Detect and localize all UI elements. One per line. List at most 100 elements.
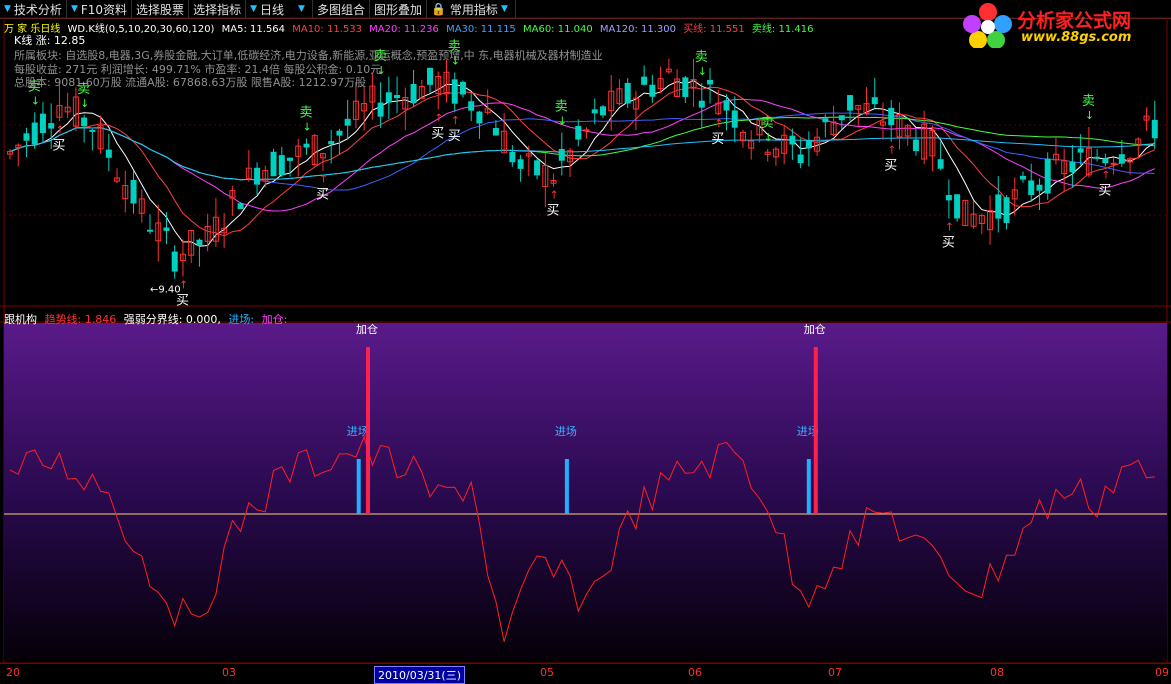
candle-body [237,203,244,210]
candle-body [385,92,392,103]
sell-arrow-icon: ↓ [302,120,311,133]
buy-label: 买 [448,129,461,144]
candle-body [278,155,285,176]
candle-body [1151,119,1158,139]
candle-body [39,113,46,134]
flower-icon [963,3,1012,48]
add-signal-bar [813,347,818,514]
buy-line-value: 买线: 11.551 [683,24,745,35]
candle-body [270,151,277,177]
buy-arrow-icon: ↑ [434,111,443,124]
candle-body [377,102,384,117]
sell-arrow-icon: ↓ [764,131,773,144]
sell-label: 卖 [555,99,568,114]
buy-label: 买 [1098,183,1111,198]
candle-body [1036,184,1043,191]
buy-arrow-icon: ↑ [451,114,460,127]
sell-arrow-icon: ↓ [1085,109,1094,122]
candle-body [1028,180,1035,195]
candle-body [945,195,952,201]
entry-signal-label: 进场 [555,424,577,438]
candle-body [427,67,434,85]
buy-label: 买 [431,126,444,141]
candle-body [789,135,796,145]
candle-body [451,79,458,104]
candle-body [682,77,689,97]
buy-label: 买 [176,293,189,308]
buy-arrow-icon: ↑ [319,173,328,186]
indicator-name: 跟机构 [4,313,37,326]
candle-body [1118,154,1125,164]
divider-value: 强弱分界线: 0.000, [123,313,221,326]
candle-body [847,95,854,111]
candle-body [838,115,845,121]
x-axis: 20 03 2010/03/31(三) 05 06 07 08 09 [0,663,1171,684]
entry-signal-bar [356,459,361,514]
candle-body [89,129,96,132]
candle-body [1044,158,1051,194]
ma60-value: MA60: 11.040 [522,24,593,35]
entry-signal-label: 进场 [347,424,369,438]
candle-body [1110,162,1117,165]
candle-body [336,130,343,136]
candle-body [649,84,656,97]
sell-label: 卖 [695,50,708,65]
buy-arrow-icon: ↑ [714,117,723,130]
sell-arrow-icon: ↓ [80,97,89,110]
candle-body [797,154,804,164]
logo-url: www.88gs.com [1021,30,1132,45]
ma-line-1 [9,86,1155,237]
ma120-value: MA120: 11.300 [599,24,676,35]
candle-body [31,122,38,145]
ma-line-0 [9,80,1156,247]
info-kline: K线 涨: 12.85 [14,34,86,47]
add-legend: 加仓: [261,313,288,326]
buy-label: 买 [942,236,955,251]
info-shares: 总股本: 9081.60万股 流通A股: 67868.63万股 限售A股: 12… [14,76,367,89]
candle-body [575,125,582,140]
entry-signal-bar [806,459,811,514]
indicator-background [4,323,1167,660]
candle-body [583,129,590,132]
candle-body [1069,161,1076,173]
entry-signal-bar [564,459,569,514]
candle-body [723,100,730,111]
candle-body [558,148,565,161]
candle-body [509,151,516,163]
selected-date[interactable]: 2010/03/31(三) [374,666,465,684]
candle-body [130,179,137,204]
candle-body [410,84,417,104]
entry-legend: 进场: [228,313,255,326]
candle-body [459,81,466,95]
candle-body [517,159,524,169]
candle-body [534,160,541,176]
buy-arrow-icon: ↑ [945,221,954,234]
sell-arrow-icon: ↓ [31,94,40,107]
x-tick: 20 [6,666,20,679]
candle-body [287,157,294,161]
candle-body [1077,148,1084,153]
candle-body [599,106,606,116]
indicator-header: 跟机构 趋势线: 1.846 强弱分界线: 0.000, 进场: 加仓: [4,311,291,327]
sell-arrow-icon: ↓ [558,114,567,127]
candle-body [344,118,351,126]
buy-arrow-icon: ↑ [550,189,559,202]
candle-body [591,109,598,114]
ma20-value: MA20: 11.236 [369,24,439,35]
candle-body [492,128,499,136]
buy-label: 买 [884,159,897,174]
add-signal-label: 加仓 [356,322,378,336]
candle-body [888,107,895,126]
add-signal-bar [366,347,371,514]
candle-body [624,82,631,104]
candle-body [81,117,88,127]
candle-body [171,251,178,272]
x-tick: 09 [1155,666,1169,679]
x-tick: 05 [540,666,554,679]
candle-body [1094,156,1101,159]
sell-label: 卖 [761,116,774,131]
candle-body [731,110,738,128]
candle-body [303,143,310,148]
buy-arrow-icon: ↑ [887,144,896,157]
candle-body [196,239,203,246]
